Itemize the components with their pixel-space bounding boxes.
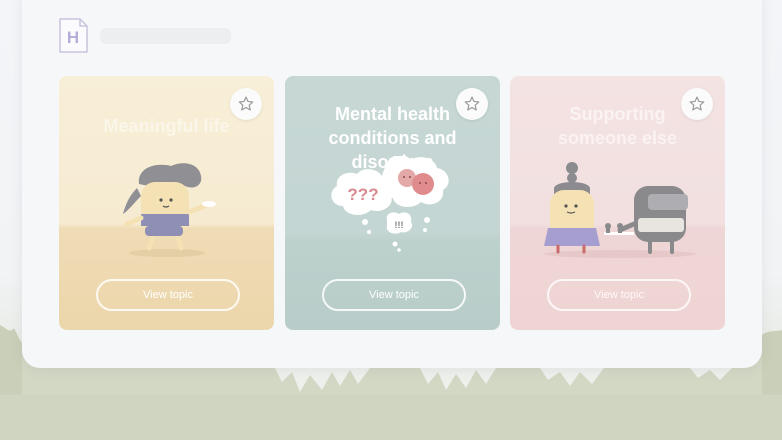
star-outline-icon [238,96,254,111]
thought-text-exclaim: !!! [395,220,404,230]
card-title-line-2: someone else [557,128,678,148]
favorite-button[interactable] [681,88,713,120]
header-title-placeholder [100,28,231,44]
meaningful-life-illustration [59,156,274,266]
view-topic-button[interactable]: View topic [547,279,691,311]
two-friends-illustration [510,156,725,266]
topic-card-supporting-someone[interactable]: Supporting someone else View topic [510,76,725,330]
thought-bubbles-illustration: ??? !!! [285,156,500,266]
topic-card-meaningful-life[interactable]: Meaningful life View topic [59,76,274,330]
view-topic-button[interactable]: View topic [322,279,466,311]
thought-text-question: ??? [347,185,378,204]
view-topic-button[interactable]: View topic [96,279,240,311]
star-outline-icon [689,96,705,111]
app-logo[interactable]: H [58,17,89,54]
topic-card-mental-health[interactable]: Mental health conditions and disorders ?… [285,76,500,330]
favorite-button[interactable] [456,88,488,120]
logo-letter: H [67,28,79,47]
favorite-button[interactable] [230,88,262,120]
document-h-icon: H [59,18,88,53]
star-outline-icon [464,96,480,111]
